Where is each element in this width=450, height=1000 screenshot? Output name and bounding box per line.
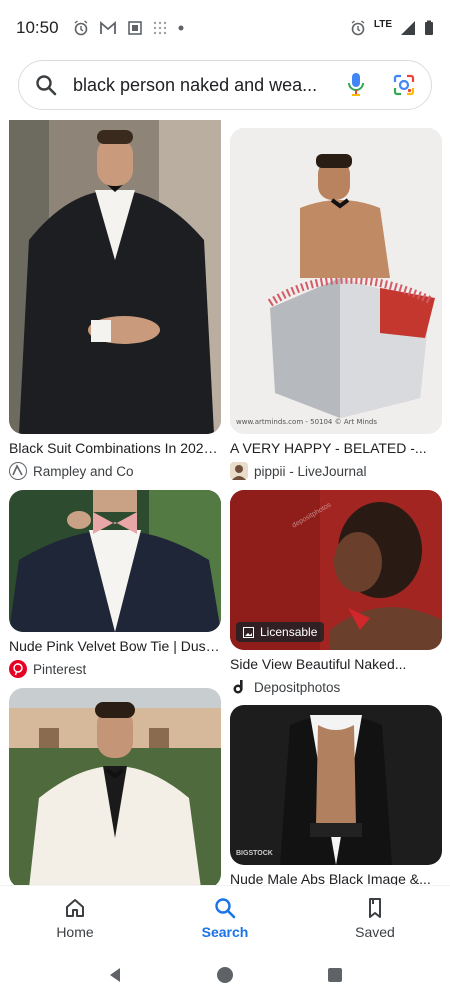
depositphotos-icon — [230, 678, 248, 696]
result-source-name: pippii - LiveJournal — [254, 463, 367, 479]
result-image[interactable] — [9, 490, 221, 632]
microphone-icon[interactable] — [343, 72, 369, 98]
search-input[interactable]: black person naked and wea... — [73, 75, 343, 96]
result-image[interactable]: www.artminds.com - 50104 © Art Minds — [230, 128, 442, 434]
lens-icon[interactable] — [391, 72, 417, 98]
status-notification-icons — [73, 20, 185, 36]
search-bar[interactable]: black person naked and wea... — [18, 60, 432, 110]
status-system-icons: LTE — [350, 18, 434, 36]
status-bar: 10:50 LTE — [0, 0, 450, 56]
home-icon — [66, 899, 84, 917]
pinterest-icon — [9, 660, 27, 678]
bottom-navigation: Home Search Saved — [0, 885, 450, 950]
grid-dots-icon — [153, 21, 166, 35]
screenshot-icon — [127, 21, 142, 35]
network-type: LTE — [373, 18, 392, 30]
rampley-logo-icon — [9, 462, 27, 480]
nav-home-label: Home — [56, 924, 94, 940]
result-card[interactable]: depositphotos Licensable Side View Beaut… — [230, 490, 442, 696]
nav-saved[interactable]: Saved — [320, 896, 430, 940]
result-source-name: Rampley and Co — [33, 463, 134, 479]
result-card[interactable]: Black Suit Combinations In 2024... Rampl… — [9, 120, 221, 480]
nav-home[interactable]: Home — [20, 896, 130, 940]
system-navigation — [0, 950, 450, 1000]
home-button-icon[interactable] — [215, 965, 235, 985]
gmail-icon — [99, 21, 116, 34]
nav-search[interactable]: Search — [170, 896, 280, 940]
result-image[interactable] — [9, 120, 221, 434]
status-time: 10:50 — [16, 18, 59, 37]
image-icon — [243, 626, 254, 638]
result-title[interactable]: A VERY HAPPY - BELATED -... — [230, 440, 442, 458]
back-icon[interactable] — [105, 965, 125, 985]
result-source-name: Pinterest — [33, 661, 87, 677]
avatar-icon — [230, 462, 248, 480]
dot-icon — [178, 25, 184, 31]
image-results-grid: Black Suit Combinations In 2024... Rampl… — [0, 120, 450, 885]
result-card[interactable] — [9, 688, 221, 885]
signal-icon — [401, 21, 415, 35]
image-watermark: BIGSTOCK — [236, 850, 273, 857]
result-title[interactable]: Side View Beautiful Naked... — [230, 656, 442, 674]
result-source[interactable]: pippii - LiveJournal — [230, 462, 442, 480]
alarm-icon — [351, 20, 365, 36]
image-caption: www.artminds.com - 50104 © Art Minds — [236, 418, 377, 426]
battery-icon — [425, 20, 433, 35]
result-card[interactable]: BIGSTOCK Nude Male Abs Black Image &... — [230, 705, 442, 885]
result-source[interactable]: Depositphotos — [230, 678, 442, 696]
result-card[interactable]: www.artminds.com - 50104 © Art Minds A V… — [230, 128, 442, 480]
search-icon — [215, 898, 236, 919]
result-source-name: Depositphotos — [254, 679, 341, 695]
recents-icon[interactable] — [325, 965, 345, 985]
result-image[interactable]: depositphotos Licensable — [230, 490, 442, 650]
result-image[interactable] — [9, 688, 221, 885]
search-icon[interactable] — [33, 72, 59, 98]
bookmark-icon — [369, 898, 381, 918]
alarm-icon — [74, 20, 87, 36]
result-title[interactable]: Nude Male Abs Black Image &... — [230, 871, 442, 885]
result-title[interactable]: Nude Pink Velvet Bow Tie | Dust... — [9, 638, 221, 656]
nav-search-label: Search — [201, 924, 249, 940]
result-card[interactable]: Nude Pink Velvet Bow Tie | Dust... Pinte… — [9, 490, 221, 678]
result-source[interactable]: Pinterest — [9, 660, 221, 678]
nav-saved-label: Saved — [355, 924, 395, 940]
result-title[interactable]: Black Suit Combinations In 2024... — [9, 440, 221, 458]
licensable-badge[interactable]: Licensable — [236, 622, 325, 642]
licensable-label: Licensable — [260, 625, 318, 639]
result-source[interactable]: Rampley and Co — [9, 462, 221, 480]
result-image[interactable]: BIGSTOCK — [230, 705, 442, 865]
